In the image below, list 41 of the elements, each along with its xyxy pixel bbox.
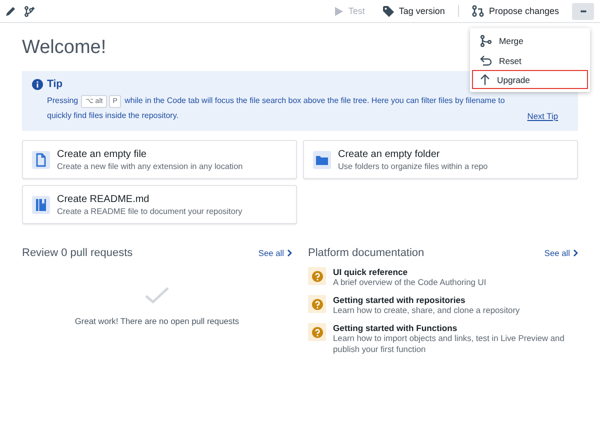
checkmark-icon: [145, 287, 169, 304]
book-icon: [36, 198, 46, 210]
tag-icon: [382, 6, 394, 16]
help-icon: [312, 298, 322, 310]
action-card[interactable]: Create an empty folder Use folders to organize files within a repo: [303, 140, 578, 179]
doc-link[interactable]: Getting started with Functions: [333, 323, 578, 333]
info-icon: [32, 78, 43, 90]
menu-item[interactable]: Upgrade: [472, 70, 588, 89]
page-title: Welcome!: [22, 37, 106, 59]
tip-title: Tip: [47, 78, 63, 90]
chevron-icon: [287, 249, 292, 257]
pull-request-icon: [472, 5, 484, 17]
folder-icon: [316, 156, 328, 164]
action-card[interactable]: Create an empty file Create a new file with any extension in any location: [22, 140, 297, 179]
chevron-icon: [573, 249, 578, 257]
document-icon: [36, 152, 46, 166]
doc-description: Learn how to create, share, and clone a repository: [333, 305, 520, 316]
propose-button[interactable]: Propose changes: [466, 2, 564, 20]
doc-link[interactable]: UI quick reference: [333, 267, 486, 277]
action-card[interactable]: Create README.md Create a README file to document your repository: [22, 185, 297, 224]
menu-item[interactable]: Reset: [472, 51, 588, 70]
doc-link[interactable]: Getting started with repositories: [333, 295, 520, 305]
help-icon: [312, 270, 322, 282]
tag-button[interactable]: Tag version: [378, 2, 450, 20]
help-icon: [312, 326, 322, 338]
see-all-link[interactable]: See all: [544, 248, 578, 258]
next-tip-link[interactable]: Next Tip: [527, 111, 558, 121]
arrow-up-icon: [480, 74, 490, 85]
doc-description: Learn how to import objects and links, test in Live Preview and publish your first function: [333, 333, 566, 355]
play-icon: [335, 6, 344, 16]
more-button[interactable]: •••: [572, 2, 594, 20]
merge-icon: [480, 35, 492, 47]
pencil-icon[interactable]: [6, 6, 16, 16]
doc-description: A brief overview of the Code Authoring UI: [333, 277, 486, 288]
section-title: Platform documentation: [308, 247, 424, 259]
empty-message: Great work! There are no open pull requests: [74, 316, 240, 326]
section-title: Review 0 pull requests: [22, 247, 133, 259]
undo-icon: [480, 55, 492, 66]
see-all-link[interactable]: See all: [258, 248, 292, 258]
menu-item[interactable]: Merge: [472, 31, 588, 51]
branch-icon[interactable]: [24, 6, 35, 16]
